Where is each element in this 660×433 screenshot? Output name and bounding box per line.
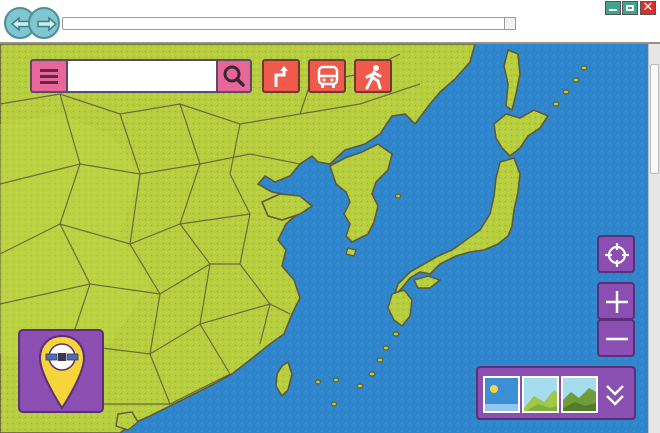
layer-selector	[476, 366, 636, 420]
search-field[interactable]	[66, 59, 218, 93]
maximize-icon	[626, 5, 634, 11]
bus-icon	[317, 65, 339, 88]
nav-buttons	[4, 7, 62, 39]
terrain-layer-icon	[524, 378, 557, 411]
satellite-pin-icon	[38, 334, 86, 410]
scrollbar-thumb[interactable]	[650, 64, 659, 174]
menu-icon-line	[40, 75, 58, 78]
walking-button[interactable]	[354, 59, 392, 93]
map-layer-thumb[interactable]	[483, 376, 520, 413]
address-bar[interactable]	[62, 17, 516, 37]
search-icon	[223, 65, 245, 87]
forward-arrow-icon	[37, 16, 58, 32]
map-layer-icon	[485, 378, 518, 411]
walking-icon	[365, 65, 382, 90]
menu-icon-line	[40, 81, 58, 84]
my-location-button[interactable]	[597, 235, 635, 273]
menu-button[interactable]	[30, 59, 68, 93]
satellite-layer-icon	[563, 378, 596, 411]
expand-layers-icon	[606, 385, 624, 406]
transit-button[interactable]	[308, 59, 346, 93]
zoom-out-icon	[606, 337, 628, 341]
expand-layers-button[interactable]	[602, 376, 628, 413]
vertical-scrollbar[interactable]	[648, 44, 660, 433]
minimize-icon	[609, 9, 617, 11]
zoom-in-icon	[606, 291, 628, 313]
search-button[interactable]	[216, 59, 252, 93]
search-input[interactable]	[68, 61, 216, 91]
terrain-layer-thumb[interactable]	[522, 376, 559, 413]
address-bar-end-cap	[504, 17, 516, 30]
satellite-layer-thumb[interactable]	[561, 376, 598, 413]
zoom-out-button[interactable]	[597, 319, 635, 357]
satellite-view-button[interactable]	[18, 329, 104, 413]
directions-icon	[274, 66, 288, 87]
minimize-button[interactable]	[605, 1, 621, 15]
maximize-button[interactable]	[622, 1, 638, 15]
menu-icon	[40, 69, 58, 72]
locate-icon	[605, 243, 629, 267]
forward-button[interactable]	[28, 7, 60, 39]
address-input[interactable]	[63, 25, 515, 37]
zoom-in-button[interactable]	[597, 282, 635, 320]
close-button[interactable]: ✕	[640, 0, 656, 15]
close-icon: ✕	[642, 0, 654, 15]
directions-button[interactable]	[262, 59, 300, 93]
browser-chrome: ✕	[0, 0, 660, 44]
